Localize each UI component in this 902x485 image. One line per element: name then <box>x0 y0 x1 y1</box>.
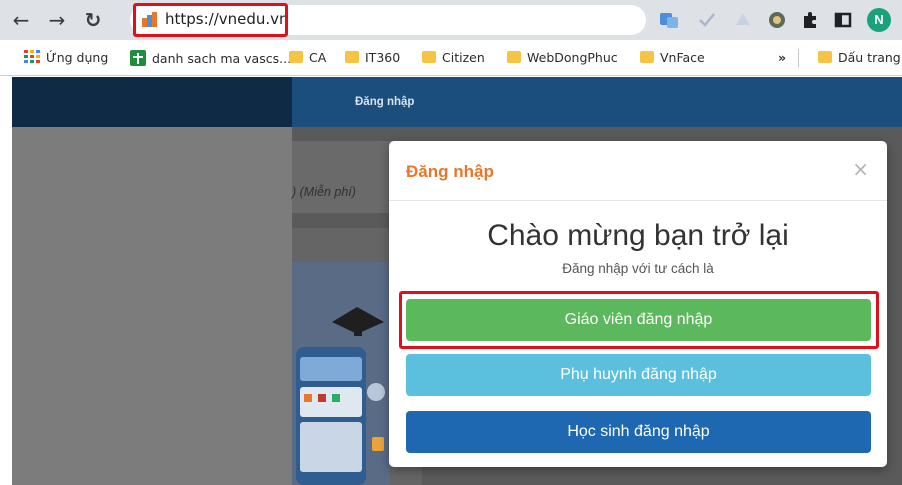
page-left-margin <box>0 77 12 485</box>
bookmark-label: Dấu trang <box>838 50 901 65</box>
bookmark-label: Ứng dụng <box>46 50 109 65</box>
welcome-heading: Chào mừng bạn trở lại <box>487 219 789 252</box>
bookmark-it360[interactable]: IT360 <box>345 50 400 65</box>
folder-icon <box>289 51 303 63</box>
folder-icon <box>818 51 832 63</box>
bookmark-dau-trang[interactable]: Dấu trang <box>818 50 901 65</box>
bookmarks-bar: Ứng dụng danh sach ma vascs... CA IT360 … <box>0 40 902 76</box>
bookmark-label: Citizen <box>442 50 485 65</box>
bookmark-apps[interactable]: Ứng dụng <box>24 50 108 65</box>
welcome-subtitle: Đăng nhập với tư cách là <box>562 261 714 276</box>
folder-icon <box>640 51 654 63</box>
folder-icon <box>507 51 521 63</box>
bookmark-ca[interactable]: CA <box>289 50 326 65</box>
window-icon[interactable] <box>833 10 853 30</box>
header-dim-overlay <box>12 77 292 127</box>
bookmark-label: IT360 <box>365 50 401 65</box>
parent-login-button[interactable]: Phụ huynh đăng nhập <box>406 354 871 396</box>
app-illustration <box>292 262 390 485</box>
profile-avatar[interactable]: N <box>867 8 891 32</box>
check-icon[interactable] <box>697 10 717 30</box>
back-icon[interactable]: ← <box>8 7 34 33</box>
forward-icon[interactable]: → <box>44 7 70 33</box>
header-login-link[interactable]: Đăng nhập <box>355 96 414 108</box>
bookmark-label: CA <box>309 50 327 65</box>
reload-icon[interactable]: ↻ <box>80 7 106 33</box>
free-label: ) (Miễn phí) <box>292 185 356 199</box>
close-icon[interactable]: × <box>852 157 869 181</box>
bookmarks-divider <box>798 49 799 67</box>
bookmark-label: WebDongPhuc <box>527 50 618 65</box>
phone-illustration-icon <box>292 262 390 485</box>
modal-backdrop-left <box>12 127 292 485</box>
folder-icon <box>422 51 436 63</box>
bookmark-label: VnFace <box>660 50 705 65</box>
bookmark-vnface[interactable]: VnFace <box>640 50 705 65</box>
sheets-plus-icon <box>130 50 146 66</box>
bookmarks-overflow-button[interactable]: » <box>778 50 786 65</box>
modal-header: Đăng nhập × <box>389 141 887 201</box>
drive-icon[interactable] <box>733 10 753 30</box>
screen: ← → ↻ https://vnedu.vn N Ứng dụng danh s… <box>0 0 902 485</box>
translate-icon[interactable] <box>659 10 679 30</box>
student-login-button[interactable]: Học sinh đăng nhập <box>406 411 871 453</box>
bookmark-label: danh sach ma vascs... <box>152 51 292 66</box>
url-highlight-box <box>133 3 288 37</box>
bookmark-citizen[interactable]: Citizen <box>422 50 485 65</box>
bookmark-danh-sach[interactable]: danh sach ma vascs... <box>130 50 291 66</box>
puzzle-icon[interactable] <box>800 10 820 30</box>
folder-icon <box>345 51 359 63</box>
browser-toolbar: ← → ↻ https://vnedu.vn N <box>0 0 902 40</box>
teacher-button-highlight-box <box>399 291 879 349</box>
bookmark-webdongphuc[interactable]: WebDongPhuc <box>507 50 618 65</box>
background-card <box>292 141 392 213</box>
extension-face-icon[interactable] <box>767 10 787 30</box>
apps-grid-icon <box>24 50 40 63</box>
modal-title: Đăng nhập <box>406 162 494 181</box>
